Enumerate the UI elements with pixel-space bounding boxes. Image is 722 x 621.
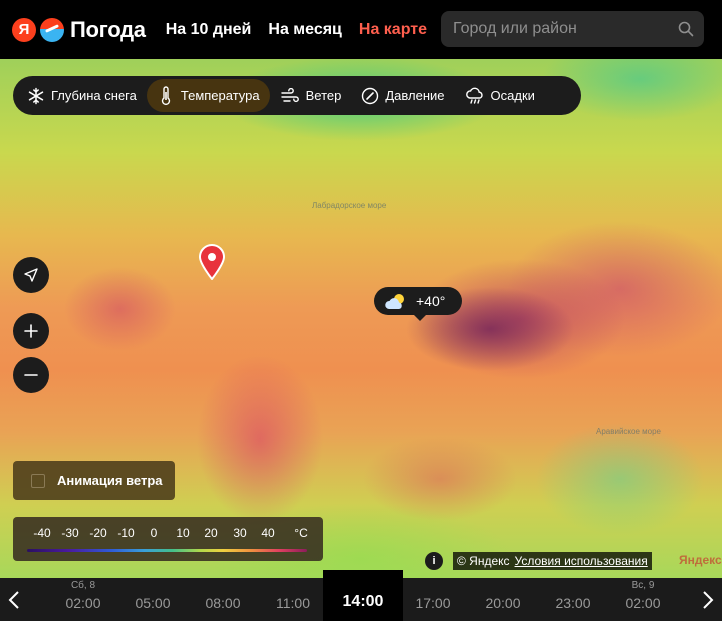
timeline-next-button[interactable]	[694, 578, 722, 621]
weather-map-page: Я Погода На 10 дней На месяц На карте Ла…	[0, 0, 722, 621]
timeline-slot[interactable]: Вс, 9 02:00	[608, 578, 678, 621]
chevron-right-icon	[703, 590, 714, 609]
location-pin-icon[interactable]	[198, 244, 226, 281]
tab-precipitation[interactable]: Осадки	[455, 79, 545, 112]
header: Я Погода На 10 дней На месяц На карте	[0, 0, 722, 59]
wind-animation-checkbox[interactable]	[31, 473, 45, 488]
legend-unit: °C	[294, 526, 308, 540]
timeline-slot[interactable]: 11:00	[258, 578, 328, 621]
wind-animation-label: Анимация ветра	[57, 473, 163, 488]
temperature-marker[interactable]: +40°	[374, 287, 462, 321]
locate-me-button[interactable]	[13, 257, 49, 293]
timeline-slot[interactable]: 23:00	[538, 578, 608, 621]
timeline-slot[interactable]: 17:00	[398, 578, 468, 621]
attribution: © Яндекс Условия использования	[453, 552, 652, 570]
navigation-arrow-icon	[24, 268, 38, 282]
search-icon[interactable]	[668, 11, 704, 47]
legend-tick: -10	[117, 526, 135, 540]
weather-logo-icon	[40, 17, 64, 42]
timeline-time: 11:00	[276, 595, 310, 611]
nav-10-days[interactable]: На 10 дней	[166, 21, 252, 39]
temperature-value: +40°	[416, 293, 446, 309]
main-nav: На 10 дней На месяц На карте	[166, 21, 444, 39]
nav-map[interactable]: На карте	[359, 21, 427, 39]
timeline-time: 05:00	[135, 595, 171, 611]
temperature-map[interactable]: Лабрадорское море Аравийское море	[0, 59, 722, 578]
timeline: Сб, 8 02:00 05:00 08:00 11:00 14:00 17:0…	[0, 570, 722, 621]
tab-pressure[interactable]: Давление	[351, 79, 454, 112]
legend-tick: 0	[150, 526, 158, 540]
legend-tick: -40	[33, 526, 51, 540]
tab-label: Ветер	[305, 88, 342, 103]
zoom-in-button[interactable]	[13, 313, 49, 349]
wind-animation-toggle[interactable]: Анимация ветра	[13, 461, 175, 500]
map-label-sea: Аравийское море	[596, 427, 661, 436]
search-input[interactable]	[453, 20, 668, 38]
timeline-slot[interactable]: 20:00	[468, 578, 538, 621]
tab-label: Глубина снега	[51, 88, 137, 103]
logo[interactable]: Я Погода	[12, 17, 146, 43]
tab-temperature[interactable]: Температура	[146, 79, 270, 112]
tab-snow-depth[interactable]: Глубина снега	[17, 79, 147, 112]
timeline-slot[interactable]: 08:00	[188, 578, 258, 621]
legend-tick: -20	[89, 526, 107, 540]
legend-ticks: -40 -30 -20 -10 0 10 20 30 40 °C	[13, 526, 323, 540]
yandex-logo-icon: Я	[12, 17, 36, 42]
timeline-time: 02:00	[625, 595, 661, 611]
partly-cloudy-icon	[385, 294, 404, 309]
tab-wind[interactable]: Ветер	[270, 79, 352, 112]
minus-icon	[24, 374, 38, 376]
timeline-time: 17:00	[415, 595, 451, 611]
yandex-watermark: Яндекс	[679, 553, 722, 567]
zoom-out-button[interactable]	[13, 357, 49, 393]
tab-label: Давление	[385, 88, 445, 103]
legend-color-scale	[27, 549, 307, 552]
nav-month[interactable]: На месяц	[268, 21, 342, 39]
legend-tick: -30	[61, 526, 79, 540]
timeline-slot[interactable]: Сб, 8 02:00	[48, 578, 118, 621]
search-box	[441, 11, 704, 47]
timeline-time: 02:00	[65, 595, 101, 611]
timeline-time: 14:00	[342, 593, 384, 610]
timeline-time: 23:00	[555, 595, 591, 611]
legend-tick: 20	[204, 526, 218, 540]
legend-tick: 30	[233, 526, 247, 540]
legend-tick: 40	[261, 526, 275, 540]
map-layer-tabs: Глубина снега Температура Ветер Давление…	[13, 76, 581, 115]
tab-label: Температура	[180, 88, 260, 103]
chevron-left-icon	[8, 590, 19, 609]
legend-tick: 10	[176, 526, 190, 540]
wind-icon	[280, 87, 299, 102]
timeline-time: 08:00	[205, 595, 241, 611]
timeline-day: Вс, 9	[631, 580, 655, 591]
plus-icon	[24, 324, 38, 338]
timeline-slot-active[interactable]: 14:00	[323, 570, 403, 621]
map-label-sea: Лабрадорское море	[312, 201, 387, 210]
snowflake-icon	[28, 87, 44, 104]
tab-label: Осадки	[490, 88, 535, 103]
timeline-day: Сб, 8	[70, 580, 96, 591]
copyright-text: © Яндекс	[457, 554, 510, 568]
thermometer-icon	[161, 85, 171, 105]
pressure-gauge-icon	[362, 87, 379, 104]
temperature-legend: -40 -30 -20 -10 0 10 20 30 40 °C	[13, 517, 323, 561]
timeline-slot[interactable]: 05:00	[118, 578, 188, 621]
timeline-prev-button[interactable]	[0, 578, 28, 621]
info-button[interactable]: i	[425, 552, 443, 570]
timeline-time: 20:00	[485, 595, 521, 611]
terms-link[interactable]: Условия использования	[515, 554, 648, 568]
logo-title: Погода	[70, 16, 146, 42]
rain-cloud-icon	[465, 87, 483, 104]
